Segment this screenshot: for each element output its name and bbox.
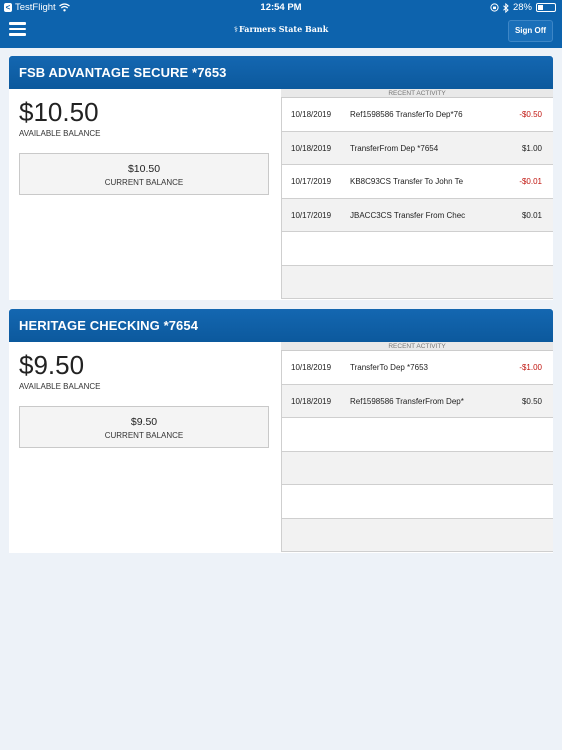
current-balance-label: CURRENT BALANCE	[104, 178, 184, 187]
transaction-description: Ref1598586 TransferFrom Dep*	[350, 396, 464, 406]
available-balance-label: AVAILABLE BALANCE	[19, 129, 101, 138]
empty-row	[281, 485, 553, 519]
orientation-lock-icon	[490, 3, 499, 12]
bank-name: Farmers State Bank	[239, 24, 329, 34]
status-right: 28%	[490, 2, 556, 13]
transaction-row[interactable]: 10/18/2019 Ref1598586 TransferTo Dep*76 …	[281, 98, 553, 132]
transaction-description: JBACC3CS Transfer From Chec	[350, 210, 466, 220]
available-balance-label: AVAILABLE BALANCE	[19, 382, 101, 391]
available-balance-amount: $9.50	[19, 350, 85, 380]
current-balance-box: $10.50 CURRENT BALANCE	[19, 153, 269, 195]
current-balance-label: CURRENT BALANCE	[104, 431, 184, 440]
empty-row	[281, 265, 553, 299]
recent-activity-panel: RECENT ACTIVITY 10/18/2019 Ref1598586 Tr…	[281, 89, 553, 299]
nav-bar: ⚕Farmers State Bank Sign Off	[0, 15, 562, 48]
bank-logo: ⚕Farmers State Bank	[0, 24, 562, 34]
recent-activity-title: RECENT ACTIVITY	[281, 89, 553, 98]
recent-activity-panel: RECENT ACTIVITY 10/18/2019 TransferTo De…	[281, 342, 553, 552]
current-balance-box: $9.50 CURRENT BALANCE	[19, 406, 269, 448]
transaction-amount: -$0.01	[519, 177, 542, 186]
account-header[interactable]: FSB ADVANTAGE SECURE *7653	[9, 56, 553, 89]
transaction-row[interactable]: 10/17/2019 KB8C93CS Transfer To John Te …	[281, 165, 553, 199]
battery-fill	[538, 5, 543, 10]
empty-row	[281, 451, 553, 485]
transaction-date: 10/18/2019	[291, 363, 332, 372]
app-header: < TestFlight 12:54 PM 28% ⚕Farmers State…	[0, 0, 562, 48]
transaction-amount: -$0.50	[519, 110, 542, 119]
account-card[interactable]: FSB ADVANTAGE SECURE *7653 $10.50 AVAILA…	[9, 56, 553, 300]
account-card[interactable]: HERITAGE CHECKING *7654 $9.50 AVAILABLE …	[9, 309, 553, 553]
transaction-date: 10/18/2019	[291, 110, 332, 119]
transaction-row[interactable]: 10/18/2019 TransferFrom Dep *7654 $1.00	[281, 131, 553, 165]
battery-icon	[536, 3, 556, 12]
empty-row	[281, 518, 553, 552]
transaction-date: 10/18/2019	[291, 396, 332, 406]
battery-percent: 28%	[512, 2, 532, 13]
bluetooth-icon	[503, 2, 509, 13]
transaction-description: Ref1598586 TransferTo Dep*76	[350, 110, 463, 119]
empty-row	[281, 232, 553, 266]
status-bar: < TestFlight 12:54 PM 28%	[0, 0, 562, 15]
transaction-date: 10/17/2019	[291, 177, 332, 186]
transaction-description: TransferTo Dep *7653	[350, 363, 428, 372]
transaction-date: 10/17/2019	[291, 210, 332, 220]
sign-off-button[interactable]: Sign Off	[508, 20, 553, 42]
available-balance-amount: $10.50	[19, 97, 99, 127]
transaction-amount: $0.01	[521, 210, 542, 220]
transaction-date: 10/18/2019	[291, 143, 332, 153]
status-time: 12:54 PM	[260, 2, 302, 13]
transaction-row[interactable]: 10/18/2019 TransferTo Dep *7653 -$1.00	[281, 351, 553, 385]
account-header[interactable]: HERITAGE CHECKING *7654	[9, 309, 553, 342]
empty-row	[281, 418, 553, 452]
current-balance-amount: $9.50	[130, 416, 158, 428]
transaction-description: KB8C93CS Transfer To John Te	[350, 177, 464, 186]
transaction-amount: $0.50	[521, 396, 542, 406]
recent-activity-title: RECENT ACTIVITY	[281, 342, 553, 351]
current-balance-amount: $10.50	[127, 163, 161, 175]
bank-logo-icon: ⚕	[233, 25, 239, 34]
transaction-row[interactable]: 10/17/2019 JBACC3CS Transfer From Chec $…	[281, 198, 553, 232]
transaction-description: TransferFrom Dep *7654	[350, 143, 439, 153]
transaction-amount: $1.00	[521, 143, 542, 153]
transaction-amount: -$1.00	[519, 363, 542, 372]
transaction-row[interactable]: 10/18/2019 Ref1598586 TransferFrom Dep* …	[281, 384, 553, 418]
